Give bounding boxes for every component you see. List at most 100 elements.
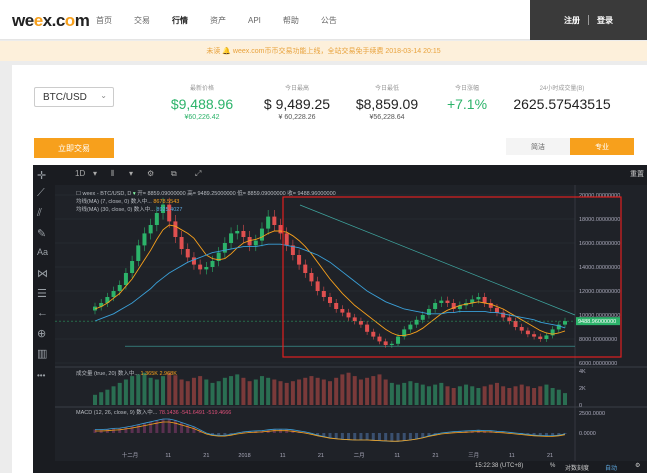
notice-bar[interactable]: 未读 🔔 weex.com币币交易功能上线，全站交易免手续费 2018-03-1…: [0, 41, 647, 61]
macd-histogram-bar: [359, 433, 363, 440]
interval-chevron-icon[interactable]: ▾: [93, 169, 97, 178]
crosshair-icon[interactable]: ✛: [37, 169, 46, 182]
macd-histogram-bar: [149, 421, 153, 433]
candle-body: [229, 233, 234, 243]
nav-home[interactable]: 首页: [96, 15, 112, 26]
candle-body: [358, 321, 363, 325]
volume-bar: [464, 384, 469, 405]
x-tick-label: 三月: [468, 452, 479, 459]
mode-simple-button[interactable]: 简洁: [506, 138, 570, 155]
drawing-toolbar: ✛ ⟋ ⫽ ✎ Aa ⋈ ☰ ← ⊕ ▥ •••: [33, 165, 55, 473]
volume-bar: [93, 394, 97, 405]
arrow-left-icon[interactable]: ←: [37, 307, 48, 319]
candle-body: [328, 297, 332, 303]
volume-bar: [259, 376, 264, 405]
volume-bar: [519, 384, 524, 405]
mode-pro-button[interactable]: 专业: [570, 138, 634, 155]
indicators-icon[interactable]: ⧉: [171, 169, 177, 179]
x-tick-label: 11: [280, 453, 286, 459]
candle-body: [303, 264, 308, 273]
volume-bar: [470, 386, 475, 405]
zoom-icon[interactable]: ⊕: [37, 327, 46, 340]
nav-assets[interactable]: 资产: [210, 15, 226, 26]
macd-histogram-bar: [365, 433, 369, 440]
style-chevron-icon[interactable]: ▾: [129, 169, 133, 178]
candle-body: [334, 303, 339, 309]
chart-canvas[interactable]: 20000.00000000 18000.00000000 16000.000000…: [55, 185, 647, 461]
interval-select[interactable]: 1D: [75, 169, 85, 178]
volume-bar: [525, 386, 530, 405]
candle-body: [396, 336, 401, 344]
macd-histogram-bar: [130, 426, 134, 433]
pattern-icon[interactable]: ⋈: [37, 267, 48, 280]
measure-icon[interactable]: ▥: [37, 347, 47, 360]
pitchfork-icon[interactable]: ⫽: [37, 207, 42, 220]
volume-bar: [389, 382, 394, 405]
candle-body: [414, 319, 419, 325]
macd-histogram-bar: [347, 433, 351, 440]
fib-icon[interactable]: ☰: [37, 287, 47, 300]
nav-trade[interactable]: 交易: [134, 15, 150, 26]
tradingview-chart[interactable]: ✛ ⟋ ⫽ ✎ Aa ⋈ ☰ ← ⊕ ▥ ••• 1D ▾ ⫴ ▾ ⚙ ⧉ ⤢ …: [33, 165, 647, 473]
log-scale-toggle[interactable]: 对数刻度: [565, 463, 589, 472]
candle-body: [494, 307, 499, 313]
nav-api[interactable]: API: [248, 16, 261, 25]
volume-bar: [185, 381, 190, 405]
fullscreen-icon[interactable]: ⤢: [195, 169, 201, 179]
register-link[interactable]: 注册: [564, 15, 580, 26]
volume-bar: [272, 379, 277, 405]
volume-bar: [247, 381, 252, 405]
brush-icon[interactable]: ✎: [37, 227, 46, 240]
more-tools-icon[interactable]: •••: [37, 371, 45, 380]
volume-bar: [420, 384, 425, 405]
candle-body: [179, 237, 184, 249]
annotation-rectangle: [282, 196, 622, 358]
nav-market[interactable]: 行情: [172, 15, 188, 26]
x-tick-label: 二月: [354, 452, 365, 459]
candle-body: [346, 312, 351, 318]
macd-histogram-bar: [340, 433, 344, 440]
login-link[interactable]: 登录: [597, 15, 613, 26]
nav-help[interactable]: 帮助: [283, 15, 299, 26]
stat-low: 今日最低 $8,859.09 ¥56,228.64: [355, 86, 419, 121]
trade-now-button[interactable]: 立即交易: [34, 138, 114, 158]
volume-bar: [315, 377, 320, 405]
volume-bar: [303, 377, 308, 405]
volume-bar: [451, 388, 456, 405]
macd-histogram-bar: [112, 428, 116, 433]
pair-select[interactable]: BTC/USD ⌄: [34, 87, 114, 107]
legend-macd: MACD (12, 26, close, 9) 数入中... 78.1436 -…: [76, 410, 232, 416]
logo[interactable]: weex.com: [12, 11, 90, 31]
price-tick-label: 14000.00000000: [579, 265, 620, 271]
macd-histogram-bar: [173, 420, 177, 433]
chart-status-bar: 15:22:38 (UTC+8) % 对数刻度 自动 ⚙: [55, 461, 647, 473]
macd-histogram-bar: [390, 433, 394, 442]
trendline-icon[interactable]: ⟋: [37, 187, 45, 200]
macd-histogram-bar: [161, 419, 165, 433]
candle-body: [198, 264, 203, 270]
macd-histogram-bar: [167, 419, 171, 433]
macd-histogram-bar: [396, 433, 400, 442]
volume-bar: [513, 386, 518, 405]
volume-bar: [371, 376, 376, 405]
candle-body: [371, 331, 376, 337]
macd-histogram-bar: [384, 433, 388, 442]
nav-announcements[interactable]: 公告: [321, 15, 337, 26]
volume-bar: [130, 376, 135, 405]
settings-gear-icon[interactable]: ⚙: [147, 169, 154, 178]
auto-scale-toggle[interactable]: 自动: [605, 463, 617, 472]
reset-button[interactable]: 重置: [630, 169, 644, 179]
auth-divider: [588, 15, 589, 25]
volume-bar: [136, 374, 141, 405]
macd-histogram-bar: [155, 420, 159, 433]
volume-bar: [241, 377, 246, 405]
volume-bar: [501, 386, 506, 405]
percent-toggle[interactable]: %: [550, 463, 555, 469]
text-tool-icon[interactable]: Aa: [37, 247, 48, 257]
volume-bar: [563, 393, 567, 405]
candle-body: [408, 324, 413, 330]
candle-body: [340, 309, 345, 313]
chart-settings-icon[interactable]: ⚙: [635, 462, 640, 469]
candle-style-icon[interactable]: ⫴: [111, 169, 114, 179]
candle-body: [241, 231, 246, 237]
